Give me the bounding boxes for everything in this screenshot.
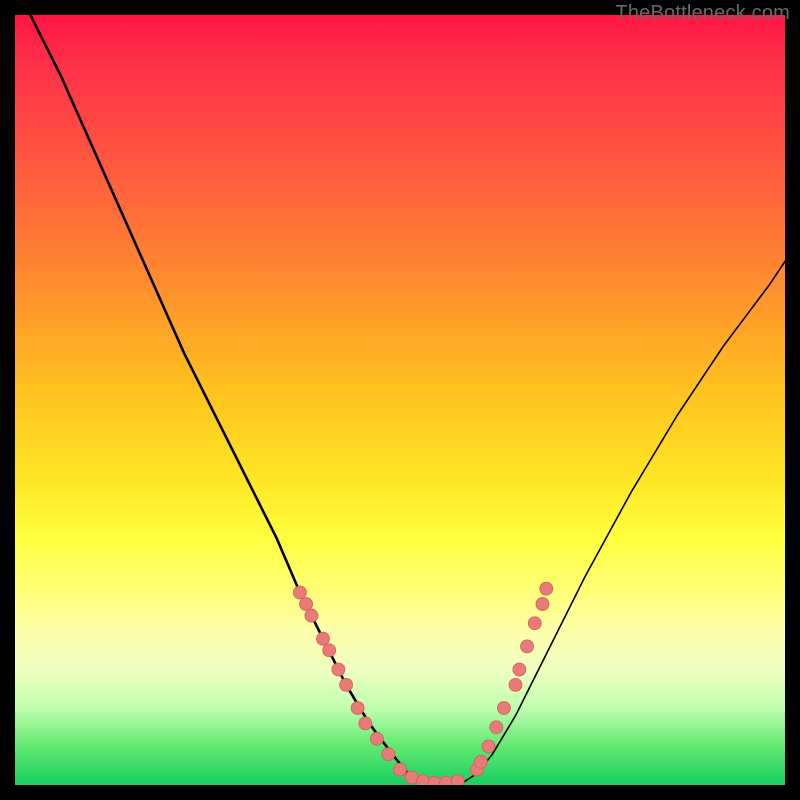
marker-point — [317, 632, 330, 645]
chart-frame — [15, 15, 785, 785]
marker-point — [474, 755, 487, 768]
marker-point — [382, 748, 395, 761]
marker-point — [440, 776, 453, 785]
marker-point — [417, 775, 430, 785]
watermark-text: TheBottleneck.com — [615, 2, 790, 25]
marker-point — [540, 582, 553, 595]
marker-point — [536, 598, 549, 611]
marker-point — [340, 678, 353, 691]
marker-point — [323, 644, 336, 657]
chart-overlay — [15, 15, 785, 785]
marker-point — [305, 609, 318, 622]
marker-point — [370, 732, 383, 745]
curve-left-curve — [30, 15, 423, 783]
marker-point — [394, 763, 407, 776]
marker-point — [482, 740, 495, 753]
marker-point — [351, 702, 364, 715]
marker-group — [293, 582, 552, 785]
marker-point — [509, 678, 522, 691]
marker-point — [293, 586, 306, 599]
marker-point — [497, 702, 510, 715]
marker-point — [405, 771, 418, 784]
marker-point — [359, 717, 372, 730]
marker-point — [332, 663, 345, 676]
marker-point — [513, 663, 526, 676]
marker-point — [521, 640, 534, 653]
marker-point — [300, 598, 313, 611]
curve-group — [30, 15, 785, 783]
marker-point — [490, 721, 503, 734]
marker-point — [428, 776, 441, 785]
marker-point — [528, 617, 541, 630]
marker-point — [451, 775, 464, 785]
